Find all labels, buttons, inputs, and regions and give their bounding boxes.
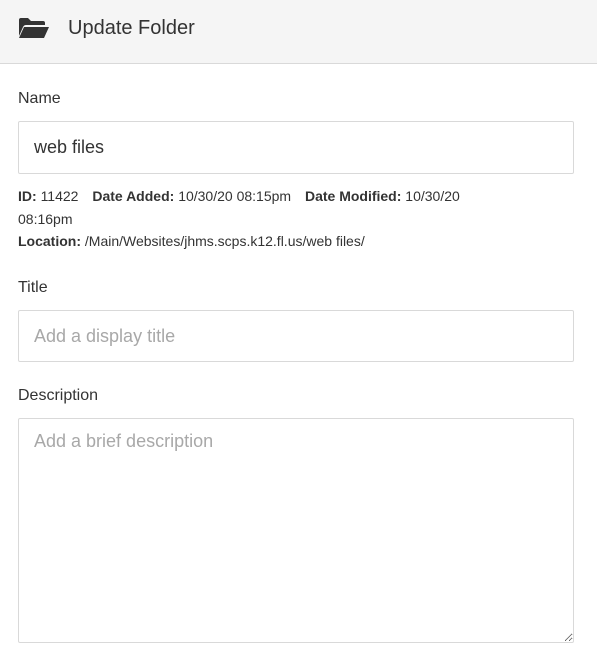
date-modified-time: 08:16pm xyxy=(18,211,73,227)
location-value: /Main/Websites/jhms.scps.k12.fl.us/web f… xyxy=(84,233,365,249)
description-textarea[interactable] xyxy=(18,418,574,643)
dialog-title: Update Folder xyxy=(68,17,195,39)
folder-location: Location: /Main/Websites/jhms.scps.k12.f… xyxy=(18,230,365,252)
date-added-label: Date Added: xyxy=(92,188,175,204)
folder-meta-line-2: 08:16pm xyxy=(18,208,72,230)
description-label: Description xyxy=(18,387,99,404)
date-added-value: 10/30/20 08:15pm xyxy=(178,188,292,204)
title-input[interactable] xyxy=(18,310,574,362)
date-modified-label: Date Modified: xyxy=(304,188,402,204)
name-input[interactable] xyxy=(18,121,574,174)
folder-meta-line-1: ID: 11422 Date Added: 10/30/20 08:15pm D… xyxy=(18,185,460,207)
title-label: Title xyxy=(18,279,48,296)
id-value: 11422 xyxy=(40,188,79,204)
location-label: Location: xyxy=(18,233,81,249)
name-label: Name xyxy=(18,90,61,107)
id-label: ID: xyxy=(18,188,37,204)
folder-open-icon xyxy=(19,18,49,38)
dialog-header: Update Folder xyxy=(0,0,597,64)
date-modified-date: 10/30/20 xyxy=(405,188,460,204)
